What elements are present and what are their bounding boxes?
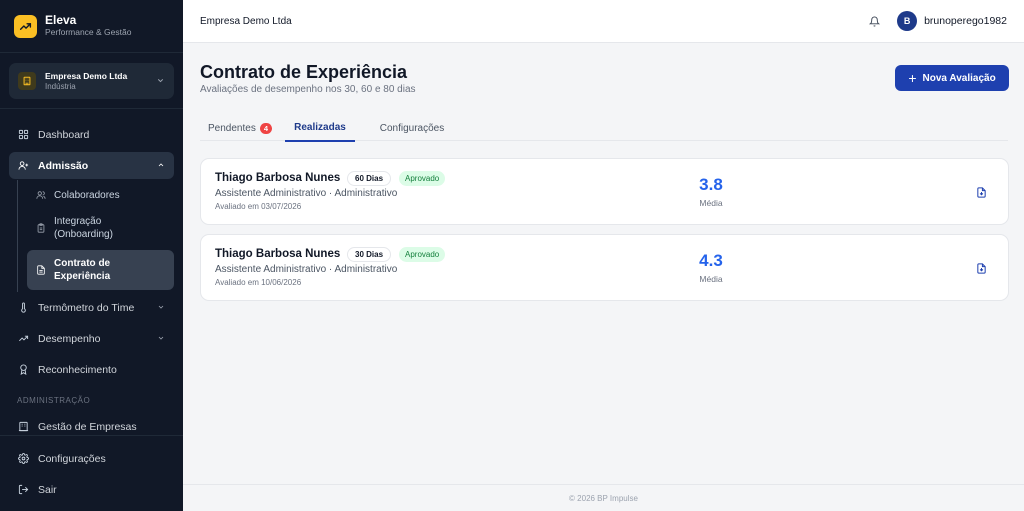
sidebar-item-label: Desempenho xyxy=(38,332,101,345)
users-icon xyxy=(36,190,46,200)
sidebar-subitem-contrato[interactable]: Contrato de Experiência xyxy=(27,250,174,290)
sidebar-subitem-label: Colaboradores xyxy=(54,189,120,201)
footer-copyright: © 2026 BP Impulse xyxy=(569,493,638,503)
employee-role: Assistente Administrativo · Administrati… xyxy=(215,188,398,199)
sidebar-item-admissao[interactable]: Admissão xyxy=(9,152,174,179)
sidebar: Eleva Performance & Gestão Empresa Demo … xyxy=(0,0,183,511)
brand-subtitle: Performance & Gestão xyxy=(45,27,132,37)
footer: © 2026 BP Impulse xyxy=(183,484,1024,511)
evaluation-card[interactable]: Thiago Barbosa Nunes 30 Dias Aprovado As… xyxy=(200,234,1009,301)
brand: Eleva Performance & Gestão xyxy=(0,0,183,53)
topbar: Empresa Demo Ltda B brunoperego1982 xyxy=(183,0,1024,43)
chevron-up-icon xyxy=(157,160,165,172)
tab-label: Realizadas xyxy=(294,122,346,133)
logout-icon xyxy=(17,484,29,496)
sidebar-item-sair[interactable]: Sair xyxy=(9,476,174,503)
sidebar-item-desempenho[interactable]: Desempenho xyxy=(9,325,174,352)
average-score: 4.3 xyxy=(699,251,723,270)
page-subtitle: Avaliações de desempenho nos 30, 60 e 80… xyxy=(200,84,416,95)
sidebar-divider xyxy=(0,108,183,109)
sidebar-subitem-integracao[interactable]: Integração (Onboarding) xyxy=(27,212,174,244)
thermometer-icon xyxy=(17,302,29,314)
trend-up-icon xyxy=(14,14,37,38)
submenu-line xyxy=(17,180,18,292)
tab-realizadas[interactable]: Realizadas xyxy=(285,115,355,142)
tab-label: Pendentes xyxy=(208,122,256,134)
building-icon xyxy=(17,421,29,433)
avatar[interactable]: B xyxy=(897,11,918,31)
main-content: Contrato de Experiência Avaliações de de… xyxy=(183,43,1024,511)
sidebar-item-termometro[interactable]: Termômetro do Time xyxy=(9,294,174,321)
new-evaluation-button[interactable]: + Nova Avaliação xyxy=(895,65,1009,91)
sidebar-subitem-label: Integração (Onboarding) xyxy=(54,216,113,240)
chevron-down-icon xyxy=(157,333,165,345)
employee-role: Assistente Administrativo · Administrati… xyxy=(215,264,398,275)
sidebar-item-label: Admissão xyxy=(38,159,89,172)
download-document-icon[interactable] xyxy=(973,260,989,276)
sidebar-item-label: Sair xyxy=(38,483,57,496)
period-badge: 30 Dias xyxy=(347,247,392,262)
clipboard-icon xyxy=(36,223,46,233)
average-score: 3.8 xyxy=(699,175,723,194)
sidebar-item-configuracoes[interactable]: Configurações xyxy=(9,445,174,472)
sidebar-item-label: Configurações xyxy=(38,452,106,465)
period-badge: 60 Dias xyxy=(347,171,392,186)
chevron-down-icon xyxy=(157,302,165,314)
sidebar-subitem-colaboradores[interactable]: Colaboradores xyxy=(27,184,174,206)
bell-icon[interactable] xyxy=(867,14,881,28)
topbar-company-name: Empresa Demo Ltda xyxy=(200,15,292,27)
user-plus-icon xyxy=(17,160,29,172)
sidebar-item-label: Termômetro do Time xyxy=(38,301,135,314)
sidebar-item-label: Gestão de Empresas xyxy=(38,420,137,433)
sidebar-subitem-label: Contrato de Experiência xyxy=(54,258,111,282)
evaluation-date: Avaliado em 10/06/2026 xyxy=(215,278,302,287)
page-title: Contrato de Experiência xyxy=(200,62,408,82)
evaluation-card[interactable]: Thiago Barbosa Nunes 60 Dias Aprovado As… xyxy=(200,158,1009,225)
status-badge: Aprovado xyxy=(399,171,446,186)
sidebar-item-dashboard[interactable]: Dashboard xyxy=(9,121,174,148)
sidebar-divider xyxy=(0,435,183,436)
trend-icon xyxy=(17,333,29,345)
new-evaluation-label: Nova Avaliação xyxy=(922,72,996,84)
chevron-down-icon xyxy=(156,72,165,90)
tabs: Pendentes 4 Realizadas Configurações xyxy=(200,115,1008,142)
download-document-icon[interactable] xyxy=(973,184,989,200)
tab-label: Configurações xyxy=(379,122,445,134)
status-badge: Aprovado xyxy=(399,247,446,262)
company-selector[interactable]: Empresa Demo Ltda Indústria xyxy=(9,63,174,99)
employee-name: Thiago Barbosa Nunes xyxy=(215,172,341,184)
tab-configuracoes[interactable]: Configurações xyxy=(370,115,454,141)
company-sector: Indústria xyxy=(45,81,76,91)
evaluation-date: Avaliado em 03/07/2026 xyxy=(215,202,302,211)
sidebar-item-reconhecimento[interactable]: Reconhecimento xyxy=(9,356,174,383)
average-label: Média xyxy=(699,274,723,284)
sidebar-item-label: Dashboard xyxy=(38,128,90,141)
brand-name: Eleva xyxy=(45,13,77,27)
username[interactable]: brunoperego1982 xyxy=(924,15,1007,27)
gear-icon xyxy=(17,453,29,465)
company-name: Empresa Demo Ltda xyxy=(45,70,128,81)
sidebar-item-label: Reconhecimento xyxy=(38,363,117,376)
average-label: Média xyxy=(699,198,723,208)
pending-count-badge: 4 xyxy=(259,122,272,134)
file-text-icon xyxy=(36,265,46,275)
grid-icon xyxy=(17,129,29,141)
award-icon xyxy=(17,364,29,376)
tab-pendentes[interactable]: Pendentes 4 xyxy=(200,115,280,141)
employee-name: Thiago Barbosa Nunes xyxy=(215,248,341,260)
plus-icon: + xyxy=(908,70,917,86)
building-icon xyxy=(18,72,36,90)
section-label-admin: ADMINISTRAÇÃO xyxy=(17,396,91,405)
